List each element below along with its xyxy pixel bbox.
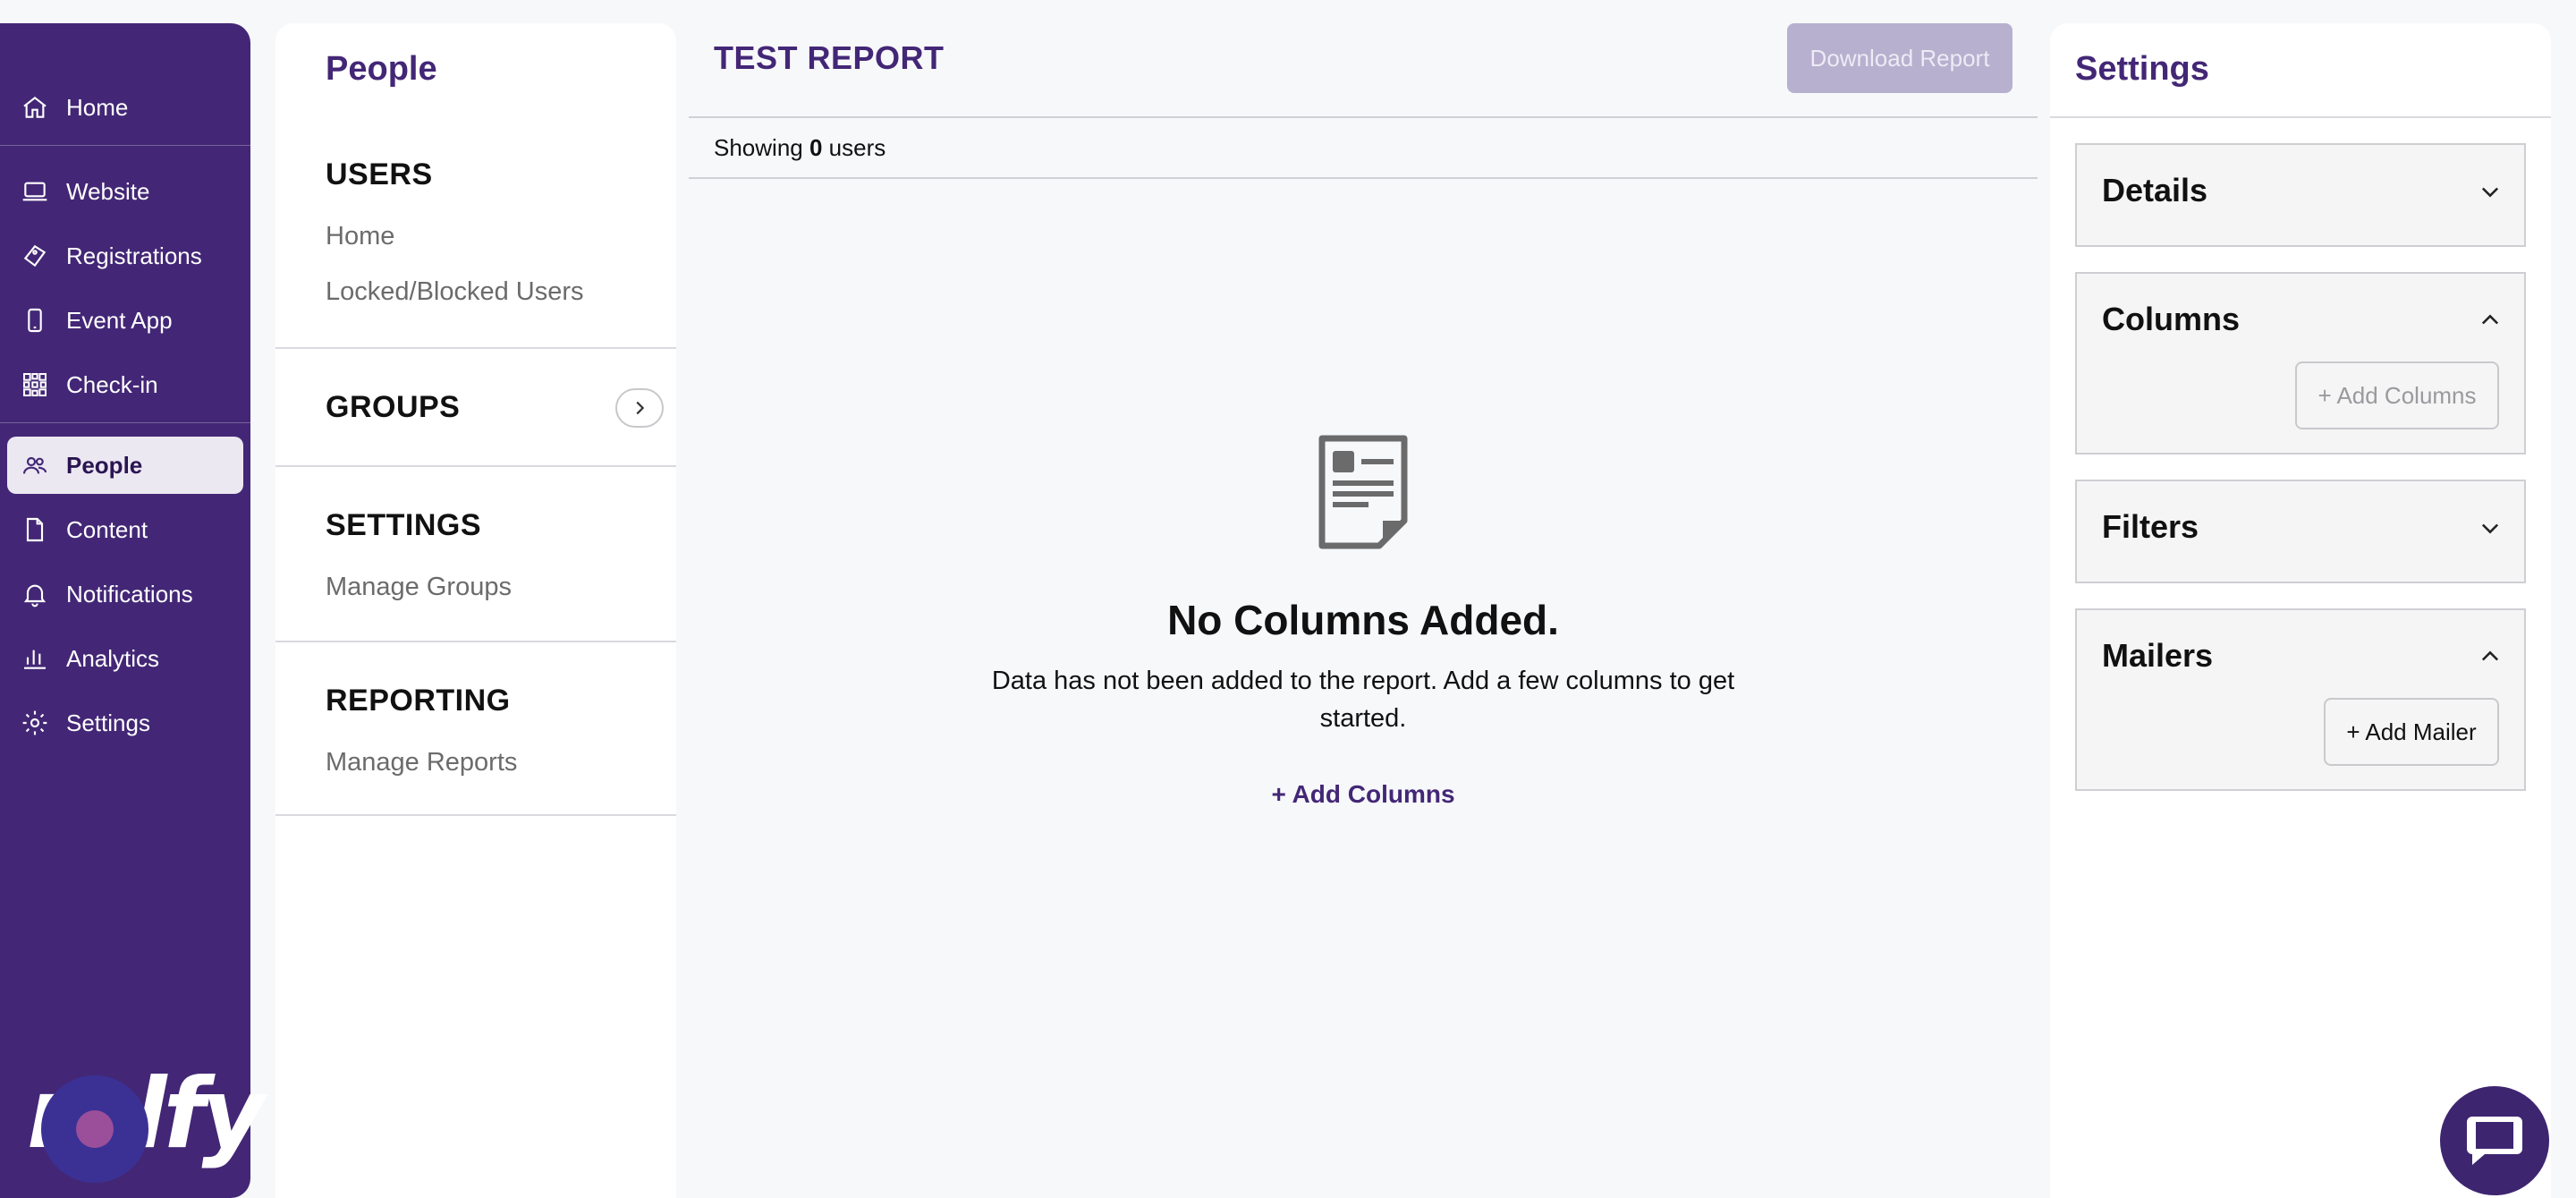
home-icon: [20, 92, 50, 123]
bar-chart-icon: [20, 643, 50, 674]
accordion-heading: Columns: [2102, 301, 2241, 337]
nav-item-people[interactable]: People: [7, 437, 243, 494]
users-home-link[interactable]: Home: [326, 222, 394, 251]
settings-divider: [2050, 116, 2551, 118]
reporting-heading: REPORTING: [326, 684, 511, 718]
phone-icon: [20, 305, 50, 336]
assistant-dot-icon: [76, 1110, 114, 1148]
nav-label: Settings: [66, 709, 150, 736]
panel-title: People: [326, 50, 437, 88]
qr-code-icon: [20, 370, 50, 400]
nav-item-check-in[interactable]: Check-in: [7, 356, 243, 413]
ticket-icon: [20, 241, 50, 271]
manage-reports-link[interactable]: Manage Reports: [326, 748, 517, 777]
settings-heading: SETTINGS: [326, 508, 482, 542]
chat-icon: [2467, 1117, 2522, 1165]
nav-label: People: [66, 451, 143, 479]
document-icon: [20, 514, 50, 545]
settings-title: Settings: [2075, 50, 2209, 88]
nav-label: Analytics: [66, 644, 160, 672]
nav-label: Registrations: [66, 242, 202, 269]
nav-item-notifications[interactable]: Notifications: [7, 565, 243, 623]
nav-item-event-app[interactable]: Event App: [7, 292, 243, 349]
assistant-launcher-button[interactable]: [41, 1075, 148, 1183]
nav-item-website[interactable]: Website: [7, 163, 243, 220]
nav-item-analytics[interactable]: Analytics: [7, 630, 243, 687]
details-accordion[interactable]: Details: [2075, 143, 2526, 247]
accordion-heading: Filters: [2102, 508, 2199, 545]
manage-groups-link[interactable]: Manage Groups: [326, 573, 512, 602]
locked-blocked-users-link[interactable]: Locked/Blocked Users: [326, 277, 584, 307]
nav-label: Notifications: [66, 580, 193, 607]
empty-state-title: No Columns Added.: [1167, 597, 1559, 643]
filters-accordion[interactable]: Filters: [2075, 480, 2526, 583]
nav-label: Content: [66, 515, 148, 543]
download-report-button[interactable]: Download Report: [1787, 23, 2012, 93]
gear-icon: [20, 708, 50, 738]
add-mailer-button[interactable]: + Add Mailer: [2324, 698, 2499, 766]
chevron-right-icon: [636, 401, 645, 415]
section-divider: [275, 814, 676, 816]
chevron-down-icon[interactable]: [2478, 515, 2503, 540]
nav-item-registrations[interactable]: Registrations: [7, 227, 243, 285]
section-divider: [275, 641, 676, 642]
nav-label: Website: [66, 177, 150, 205]
empty-state-description: Data has not been added to the report. A…: [991, 667, 1735, 733]
toolbar-divider: [689, 177, 2038, 179]
header-divider: [689, 116, 2038, 118]
empty-report-document-icon: [1318, 435, 1408, 549]
users-heading: USERS: [326, 157, 433, 191]
laptop-icon: [20, 176, 50, 207]
section-divider: [275, 347, 676, 349]
showing-count-text: Showing 0 users: [714, 134, 886, 161]
nav-item-content[interactable]: Content: [7, 501, 243, 558]
chevron-up-icon[interactable]: [2478, 644, 2503, 669]
report-settings-panel: Settings Details Columns + Add Columns F…: [2050, 23, 2551, 1198]
main-navigation: Home Website Registrations Event App Che…: [0, 23, 265, 1198]
groups-heading: GROUPS: [326, 390, 461, 424]
nav-item-home[interactable]: Home: [7, 79, 243, 136]
accordion-heading: Details: [2102, 172, 2208, 208]
chevron-down-icon[interactable]: [2478, 179, 2503, 204]
people-subnav-panel: People USERS Home Locked/Blocked Users G…: [275, 23, 676, 1198]
nav-label: Check-in: [66, 370, 158, 398]
columns-accordion: Columns + Add Columns: [2075, 272, 2526, 455]
bell-icon: [20, 579, 50, 609]
add-columns-link[interactable]: + Add Columns: [1184, 780, 1542, 809]
accordion-heading: Mailers: [2102, 637, 2214, 674]
nav-divider: [0, 145, 250, 146]
report-title: TEST REPORT: [714, 39, 945, 76]
mailers-accordion: Mailers + Add Mailer: [2075, 608, 2526, 791]
section-divider: [275, 465, 676, 467]
chevron-up-icon[interactable]: [2478, 308, 2503, 333]
nav-label: Event App: [66, 306, 173, 334]
nav-label: Home: [66, 93, 129, 121]
nav-divider: [0, 422, 250, 423]
nav-item-settings[interactable]: Settings: [7, 694, 243, 752]
people-icon: [20, 450, 50, 480]
add-columns-button[interactable]: + Add Columns: [2295, 361, 2499, 429]
groups-expand-button[interactable]: [615, 388, 664, 428]
user-count: 0: [809, 134, 823, 161]
chat-support-button[interactable]: [2440, 1086, 2549, 1195]
